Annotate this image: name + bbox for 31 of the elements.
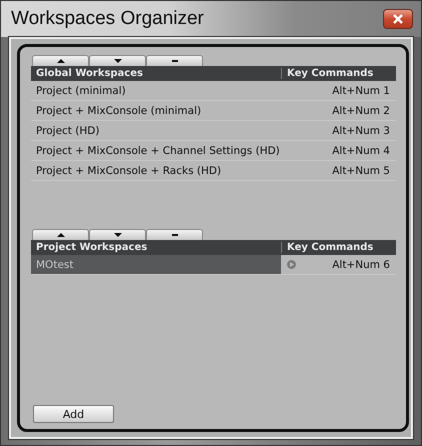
move-down-button[interactable] xyxy=(89,55,146,66)
column-header: Key Commands xyxy=(281,68,396,79)
play-icon xyxy=(287,260,296,269)
key-command: Alt+Num 6 xyxy=(332,258,390,270)
key-command: Alt+Num 1 xyxy=(332,84,390,96)
minus-icon xyxy=(172,60,178,62)
key-command: Alt+Num 2 xyxy=(332,104,390,116)
down-arrow-icon xyxy=(114,233,122,237)
column-header: Project Workspaces xyxy=(35,242,148,253)
move-up-button[interactable] xyxy=(32,55,89,66)
up-arrow-icon xyxy=(56,59,64,63)
up-arrow-icon xyxy=(56,233,64,237)
window-title: Workspaces Organizer xyxy=(11,8,204,30)
down-arrow-icon xyxy=(114,59,122,63)
close-button[interactable] xyxy=(383,9,413,29)
key-command: Alt+Num 4 xyxy=(332,144,390,156)
workspace-name[interactable]: Project (minimal) xyxy=(31,81,281,100)
key-command: Alt+Num 5 xyxy=(332,164,390,176)
workspace-name[interactable]: Project + MixConsole (minimal) xyxy=(31,101,281,120)
move-down-button[interactable] xyxy=(89,229,146,240)
workspace-name[interactable]: Project (HD) xyxy=(31,121,281,140)
minus-icon xyxy=(172,234,178,236)
column-header: Global Workspaces xyxy=(35,68,144,79)
key-command: Alt+Num 3 xyxy=(332,124,390,136)
workspace-name[interactable]: Project + MixConsole + Racks (HD) xyxy=(31,161,281,180)
close-icon xyxy=(393,14,403,24)
workspace-name[interactable]: MOtest xyxy=(31,255,281,274)
column-header: Key Commands xyxy=(281,242,396,253)
workspace-name[interactable]: Project + MixConsole + Channel Settings (HD) xyxy=(31,141,281,160)
move-up-button[interactable] xyxy=(32,229,89,240)
add-button[interactable]: Add xyxy=(33,405,114,423)
